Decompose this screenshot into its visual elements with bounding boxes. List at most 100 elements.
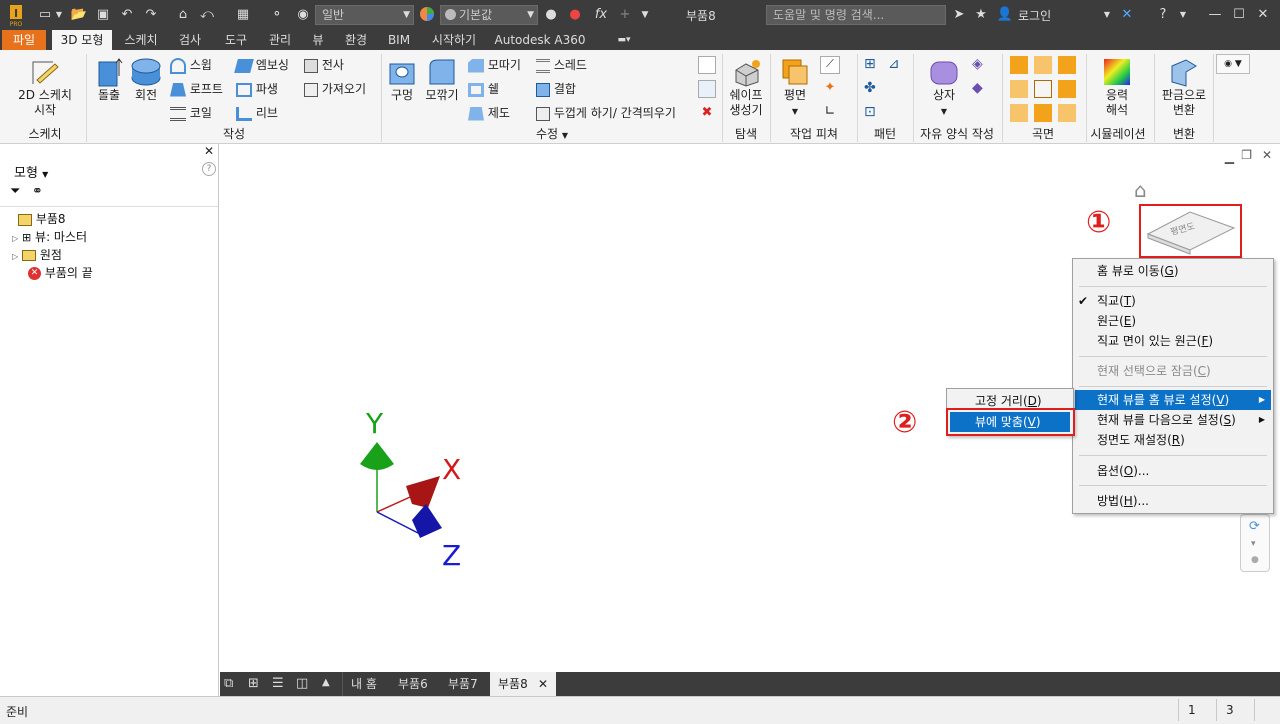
help-search-input[interactable]: 도움말 및 명령 검색... xyxy=(766,5,946,25)
tab-manage[interactable]: 관리 xyxy=(262,30,298,50)
tab-view[interactable]: 뷰 xyxy=(306,30,330,50)
circular-pattern-icon[interactable]: ✤ xyxy=(864,80,876,96)
copy-object-icon[interactable] xyxy=(698,80,716,98)
menu-item-go-home[interactable]: 홈 뷰로 이동(G) xyxy=(1097,261,1179,281)
surface-patch-icon[interactable] xyxy=(1034,56,1052,74)
surface-boundary-icon[interactable] xyxy=(1010,104,1028,122)
user-icon[interactable]: 👤 xyxy=(996,6,1014,24)
new-icon[interactable]: ▭ xyxy=(36,6,54,24)
decal-button[interactable]: 전사 xyxy=(304,56,344,73)
menu-item-perspective[interactable]: 원근(E) xyxy=(1097,311,1136,331)
dropdown-arrow-icon[interactable]: ▼ xyxy=(54,6,64,24)
delete-face-icon[interactable]: ✖ xyxy=(698,104,716,122)
login-label[interactable]: 로그인 xyxy=(1018,7,1051,24)
orbit-icon[interactable]: ⟳ xyxy=(1249,519,1260,534)
select-icon[interactable]: ▦ xyxy=(234,6,252,24)
mirror-icon[interactable]: ⊿ xyxy=(888,56,900,72)
find-icon[interactable]: ⚭ xyxy=(32,184,43,199)
ribbon-overflow-button[interactable]: ◉ ▼ xyxy=(1216,54,1250,74)
plane-button[interactable]: 평면 ▼ xyxy=(774,56,816,119)
surface-extend-icon[interactable] xyxy=(1058,80,1076,98)
material-combo[interactable]: 기본값 ▼ xyxy=(440,5,538,25)
menu-item-options[interactable]: 옵션(O)... xyxy=(1097,461,1149,481)
tab-3d-model[interactable]: 3D 모형 xyxy=(52,30,112,50)
appearance-combo[interactable]: 일반 ▼ xyxy=(315,5,414,25)
doc-tab-my-home[interactable]: 내 홈 xyxy=(342,672,385,696)
tab-file[interactable]: 파일 xyxy=(2,30,46,50)
options-icon[interactable]: ● xyxy=(1251,555,1259,565)
fillet-button[interactable]: 모깎기 xyxy=(422,56,462,103)
stress-analysis-button[interactable]: 응력 해석 xyxy=(1092,56,1142,118)
help-icon[interactable]: ? xyxy=(1154,6,1172,24)
tab-sketch[interactable]: 스케치 xyxy=(118,30,164,50)
home-icon[interactable]: ⌂ xyxy=(174,6,192,24)
chevron-down-icon[interactable]: ▼ xyxy=(1098,6,1116,24)
menu-item-set-current-as[interactable]: 현재 뷰를 다음으로 설정(S) ▶ xyxy=(1075,410,1271,430)
doc-tab-part6[interactable]: 부품6 xyxy=(390,672,436,696)
tab-a360[interactable]: Autodesk A360 xyxy=(494,30,586,50)
emboss-button[interactable]: 엠보싱 xyxy=(234,56,289,73)
menu-item-perspective-ortho-faces[interactable]: 직교 면이 있는 원근(F) xyxy=(1097,331,1213,351)
surface-sculpt-icon[interactable] xyxy=(1058,56,1076,74)
tab-bim[interactable]: BIM xyxy=(382,30,416,50)
sketch-pattern-icon[interactable]: ⊡ xyxy=(864,104,876,120)
loft-button[interactable]: 로프트 xyxy=(170,80,223,97)
work-point-icon[interactable]: ✦ xyxy=(820,80,840,98)
menu-item-lock-to-selection[interactable]: 현재 선택으로 잠금(C) xyxy=(1097,361,1211,381)
ribbon-options-icon[interactable]: ▬▾ xyxy=(610,30,638,50)
plus-icon[interactable]: + xyxy=(616,6,634,24)
derive-button[interactable]: 파생 xyxy=(236,80,278,97)
tab-environments[interactable]: 환경 xyxy=(338,30,374,50)
revolve-button[interactable]: 회전 xyxy=(128,56,164,103)
tree-item-view-master[interactable]: ▷ ⊞ 뷰: 마스터 xyxy=(12,228,87,245)
filter-icon[interactable]: ⏷ xyxy=(10,184,20,199)
minimize-icon[interactable]: ▁ xyxy=(1225,150,1234,164)
menu-item-reset-front[interactable]: 정면도 재설정(R) xyxy=(1097,430,1185,450)
work-axis-icon[interactable]: ⟋ xyxy=(820,56,840,74)
parameters-icon[interactable]: fx xyxy=(592,6,610,24)
sweep-button[interactable]: 스윕 xyxy=(170,56,212,74)
tile-vertical-icon[interactable]: ◫ xyxy=(296,676,308,691)
close-icon[interactable]: ✕ xyxy=(1254,6,1272,24)
close-icon[interactable]: ✕ xyxy=(538,672,548,696)
ucs-icon[interactable]: ∟ xyxy=(820,104,840,122)
app-logo[interactable]: I PRO xyxy=(6,3,26,28)
rectangular-pattern-icon[interactable]: ⊞ xyxy=(864,56,876,72)
exchange-icon[interactable]: ✕ xyxy=(1118,6,1136,24)
tab-menu-icon[interactable]: ▲ xyxy=(322,677,330,688)
chamfer-button[interactable]: 모따기 xyxy=(468,56,521,73)
tile-icon[interactable]: ⊞ xyxy=(248,676,259,691)
shape-generator-button[interactable]: 쉐이프 생성기 xyxy=(725,56,767,118)
surface-stitch-icon[interactable] xyxy=(1010,56,1028,74)
restore-icon[interactable]: ❐ xyxy=(1241,148,1252,162)
hole-button[interactable]: 구멍 xyxy=(384,56,420,103)
surface-repair-icon[interactable] xyxy=(1058,104,1076,122)
surface-replace-icon[interactable] xyxy=(1034,104,1052,122)
freeform-face-icon[interactable]: ◈ xyxy=(972,56,983,72)
freeform-box-button[interactable]: 상자 ▼ xyxy=(922,56,966,119)
save-icon[interactable]: ▣ xyxy=(94,6,112,24)
color-wheel-icon[interactable] xyxy=(418,6,436,24)
freeform-convert-icon[interactable]: ◆ xyxy=(972,80,983,96)
cascade-icon[interactable]: ⧉ xyxy=(224,676,233,691)
doc-tab-part8[interactable]: 부품8 ✕ xyxy=(490,672,556,696)
combine-button[interactable]: 결합 xyxy=(536,80,576,97)
coil-button[interactable]: 코일 xyxy=(170,104,212,121)
rib-button[interactable]: 리브 xyxy=(236,104,278,121)
tile-horizontal-icon[interactable]: ☰ xyxy=(272,676,284,691)
surface-trim-icon[interactable] xyxy=(1034,80,1052,98)
analysis-icon[interactable] xyxy=(698,56,716,74)
clear-appearance-icon[interactable]: ● xyxy=(566,6,584,24)
convert-to-sheet-metal-button[interactable]: 판금으로 변환 xyxy=(1158,56,1210,118)
import-button[interactable]: 가져오기 xyxy=(304,80,366,97)
minimize-icon[interactable]: — xyxy=(1206,6,1224,24)
chevron-down-icon[interactable]: ▼ xyxy=(1174,6,1192,24)
appearance-override-icon[interactable]: ● xyxy=(542,6,560,24)
tree-item-part8[interactable]: 부품8 xyxy=(18,210,66,227)
search-arrow-icon[interactable]: ➤ xyxy=(950,6,968,24)
star-icon[interactable]: ★ xyxy=(972,6,990,24)
extrude-button[interactable]: 돌출 xyxy=(90,56,128,103)
customize-icon[interactable]: ▼ xyxy=(636,6,654,24)
thread-button[interactable]: 스레드 xyxy=(536,56,587,73)
tree-item-end-of-part[interactable]: ✕ 부품의 끝 xyxy=(28,264,93,281)
